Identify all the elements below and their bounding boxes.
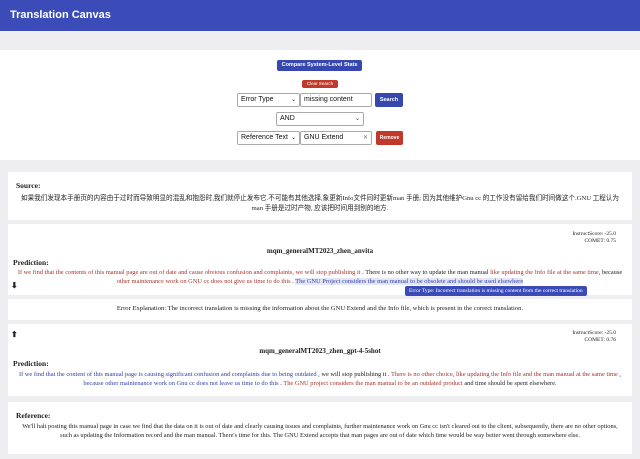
clear-input-icon[interactable]: ✕ (363, 132, 368, 144)
prediction-1-system-name: mqm_generalMT2023_zhen_anvita (266, 247, 374, 255)
prediction-1-instructscore: InstructScore: -25.0 (572, 231, 616, 237)
chevron-down-icon: ⌄ (290, 135, 296, 141)
prediction1-segment[interactable]: The GNU Project considers the man manual… (295, 278, 524, 285)
prediction-2-instructscore: InstructScore: -25.0 (572, 330, 616, 336)
logic-operator-value: AND (280, 115, 295, 122)
prediction1-segment: like updating the Info file at the same … (490, 269, 599, 276)
filter-value-input-2[interactable]: GNU Extend ✕ (300, 131, 372, 145)
filter-value-text-2: GNU Extend (304, 134, 344, 141)
prediction-2-text: If we find that the content of this manu… (16, 370, 624, 388)
error-explanation-panel: Error Explanation: The incorrect transla… (8, 299, 632, 320)
prediction-2-system-name: mqm_generalMT2023_zhen_gpt-4-5shot (259, 347, 381, 355)
prediction-1-scores: InstructScore: -25.0 COMET: 0.75 (572, 231, 616, 245)
error-explanation-text: Error Explanation: The incorrect transla… (116, 305, 524, 312)
source-panel: Source: 如果我们发现本手册页的内容由于过时而导致明显的混乱和抱怨时,我们… (8, 172, 632, 220)
app-title: Translation Canvas (10, 9, 111, 21)
reference-text: We'll halt posting this manual page in c… (22, 423, 618, 439)
prediction1-segment: If we find that the contents of this man… (17, 269, 361, 276)
prediction-2-scores: InstructScore: -25.0 COMET: 0.76 (572, 330, 616, 344)
logic-operator-select[interactable]: AND ⌄ (276, 112, 364, 126)
filter-value-text-1: missing content (304, 96, 353, 103)
prediction1-segment: other maintenance work on GNU cc does no… (116, 278, 291, 285)
search-panel: Compare System-Level Stats Clear Search … (0, 50, 640, 160)
filter-field-value-1: Error Type (241, 96, 274, 103)
prediction-1-comet: COMET: 0.75 (584, 238, 616, 244)
reference-panel: Reference: We'll halt posting this manua… (8, 402, 632, 454)
prediction-1-label: Prediction: (13, 258, 49, 267)
source-text: 如果我们发现本手册页的内容由于过时而导致明显的混乱和抱怨时,我们就停止发布它.不… (21, 195, 619, 212)
arrow-down-icon[interactable]: ⬇ (11, 281, 18, 290)
reference-label: Reference: (16, 411, 51, 420)
search-button[interactable]: Search (375, 93, 403, 107)
prediction1-segment: , because (598, 269, 623, 276)
prediction-2-label: Prediction: (13, 359, 49, 368)
arrow-up-icon[interactable]: ⬆ (11, 330, 18, 339)
chevron-down-icon: ⌄ (354, 116, 360, 122)
prediction-1-text: If we find that the contents of this man… (16, 268, 624, 286)
top-bar: Translation Canvas (0, 0, 640, 31)
prediction2-segment: There is no other choice, like updating … (391, 371, 618, 378)
prediction1-segment: . There is no other way to update the ma… (360, 269, 491, 276)
prediction2-segment: , (617, 371, 622, 378)
filter-value-input-1[interactable]: missing content (300, 93, 372, 107)
prediction2-segment: and time should be spent elsewhere. (462, 380, 557, 387)
prediction-panel-1: InstructScore: -25.0 COMET: 0.75 mqm_gen… (8, 224, 632, 295)
error-type-tooltip: Error Type: Incorrect translation is mis… (405, 286, 587, 296)
filter-field-select-1[interactable]: Error Type ⌄ (237, 93, 300, 107)
prediction2-segment: If we find that the content of this manu… (18, 371, 317, 378)
prediction2-segment: because other maintenance work on Gnu cc… (83, 380, 279, 387)
compare-system-stats-button[interactable]: Compare System-Level Stats (277, 60, 362, 71)
prediction2-segment: The GNU project considers the man manual… (283, 380, 463, 387)
filter-field-value-2: Reference Text (241, 134, 288, 141)
prediction-2-comet: COMET: 0.76 (584, 337, 616, 343)
remove-filter-button[interactable]: Remove (376, 131, 403, 145)
chevron-down-icon: ⌄ (290, 97, 296, 103)
filter-field-select-2[interactable]: Reference Text ⌄ (237, 131, 300, 145)
prediction-panel-2: ⬆ InstructScore: -25.0 COMET: 0.76 mqm_g… (8, 324, 632, 396)
source-label: Source: (16, 181, 41, 190)
prediction2-segment: , we will stop publishing it . (316, 371, 392, 378)
clear-search-button[interactable]: Clear Search (302, 80, 338, 88)
